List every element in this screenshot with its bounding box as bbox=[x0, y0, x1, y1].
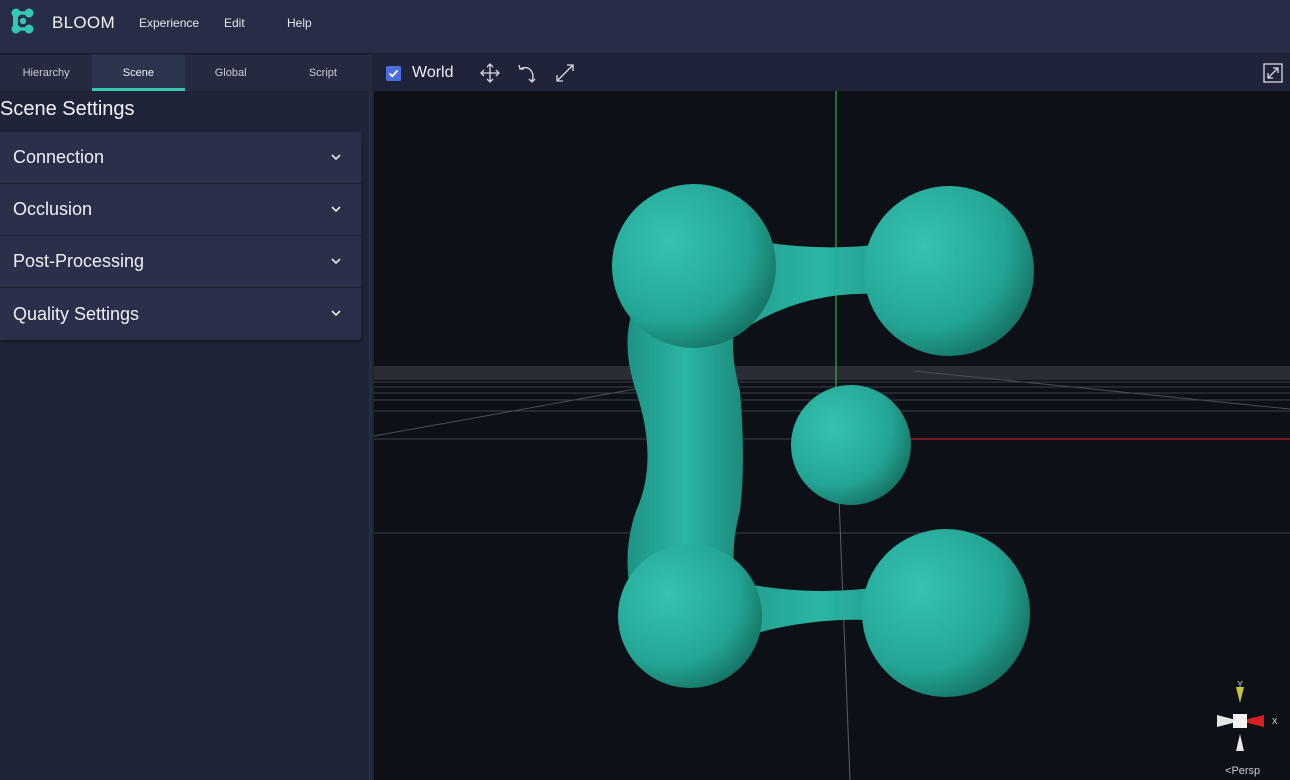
3d-scene[interactable]: Y X bbox=[374, 91, 1290, 780]
chevron-down-icon[interactable] bbox=[331, 204, 341, 214]
tab-script[interactable]: Script bbox=[277, 55, 369, 91]
scale-icon[interactable] bbox=[554, 62, 576, 84]
panel-tabs: Hierarchy Scene Global Script bbox=[0, 55, 369, 91]
gizmo-y-label: Y bbox=[1237, 680, 1243, 689]
settings-accordion: Connection Occlusion Post-Processing Qua… bbox=[0, 132, 361, 340]
projection-label: Persp bbox=[1231, 765, 1261, 777]
fullscreen-icon[interactable] bbox=[1262, 62, 1284, 84]
brand-name: BLOOM bbox=[52, 13, 115, 32]
world-checkbox[interactable] bbox=[386, 66, 401, 81]
tab-global[interactable]: Global bbox=[185, 55, 277, 91]
top-bar: BLOOM Experience Edit Help bbox=[0, 0, 1290, 54]
left-panel: Hierarchy Scene Global Script Scene Sett… bbox=[0, 55, 372, 780]
bloom-3d-model[interactable] bbox=[612, 184, 1034, 697]
accordion-label: Occlusion bbox=[13, 199, 93, 219]
tab-scene[interactable]: Scene bbox=[92, 55, 185, 91]
accordion-label: Quality Settings bbox=[13, 303, 140, 324]
rotate-icon[interactable] bbox=[516, 62, 538, 84]
tab-hierarchy[interactable]: Hierarchy bbox=[0, 55, 92, 91]
menu-edit[interactable]: Edit bbox=[224, 16, 245, 30]
world-label: World bbox=[412, 64, 454, 81]
menu-experience[interactable]: Experience bbox=[139, 16, 199, 30]
chevron-down-icon[interactable] bbox=[331, 152, 341, 162]
checkmark-icon bbox=[388, 69, 399, 78]
chevron-down-icon[interactable] bbox=[331, 256, 341, 266]
accordion-label: Connection bbox=[13, 147, 105, 167]
bloom-logo-icon[interactable] bbox=[10, 8, 36, 34]
accordion-occlusion[interactable]: Occlusion bbox=[0, 184, 361, 236]
menu-help[interactable]: Help bbox=[287, 16, 312, 30]
move-icon[interactable] bbox=[479, 62, 501, 84]
gizmo-x-label: X bbox=[1272, 717, 1278, 726]
accordion-connection[interactable]: Connection bbox=[0, 132, 361, 184]
viewport-toolbar: World bbox=[374, 55, 1290, 91]
orientation-gizmo[interactable]: Y X bbox=[1217, 680, 1278, 751]
projection-toggle[interactable]: <Persp bbox=[1225, 765, 1260, 777]
accordion-post-processing[interactable]: Post-Processing bbox=[0, 236, 361, 288]
accordion-quality-settings[interactable]: Quality Settings bbox=[0, 288, 361, 340]
scene-viewport[interactable]: World Y X <Persp bbox=[374, 55, 1290, 780]
accordion-label: Post-Processing bbox=[13, 251, 145, 271]
section-title: Scene Settings bbox=[0, 98, 135, 120]
chevron-down-icon[interactable] bbox=[331, 308, 341, 318]
